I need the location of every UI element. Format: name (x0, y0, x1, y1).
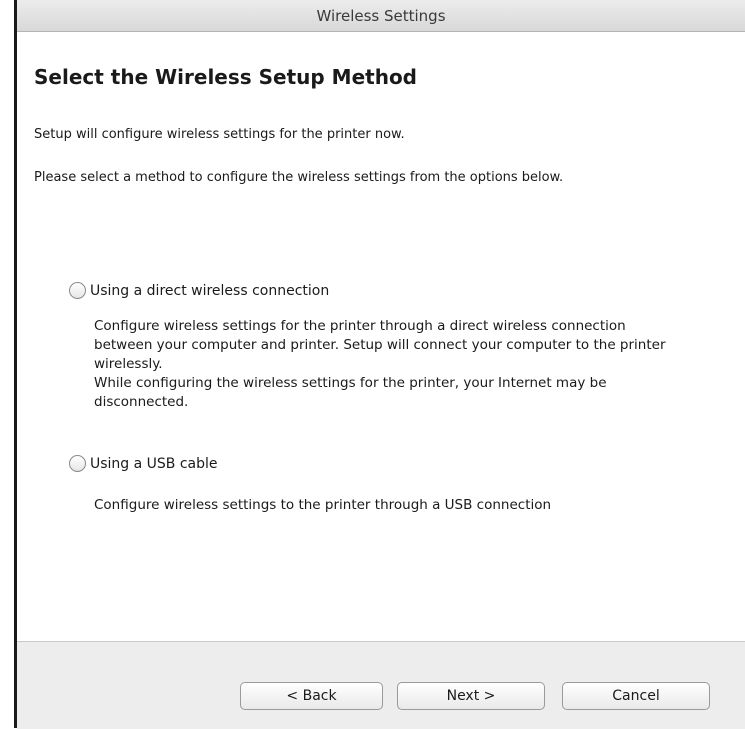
option-description-usb-cable: Configure wireless settings to the print… (94, 496, 734, 515)
window-title: Wireless Settings (316, 6, 446, 25)
button-bar: < Back Next > Cancel (17, 641, 745, 729)
description-line: Configure wireless settings for the prin… (94, 318, 626, 334)
next-button[interactable]: Next > (397, 682, 545, 710)
option-label-direct-wireless[interactable]: Using a direct wireless connection (90, 283, 329, 299)
title-bar: Wireless Settings (17, 0, 745, 32)
description-line: Configure wireless settings to the print… (94, 497, 552, 513)
intro-text: Setup will configure wireless settings f… (34, 127, 405, 142)
description-line: disconnected. (94, 394, 189, 410)
description-line: While configuring the wireless settings … (94, 375, 607, 391)
main-content: Select the Wireless Setup Method Setup w… (17, 32, 745, 641)
option-description-direct-wireless: Configure wireless settings for the prin… (94, 317, 734, 412)
option-usb-cable[interactable]: Using a USB cable (69, 455, 218, 472)
page-heading: Select the Wireless Setup Method (34, 65, 417, 89)
radio-button-usb-cable[interactable] (69, 455, 86, 472)
option-direct-wireless[interactable]: Using a direct wireless connection (69, 282, 329, 299)
cancel-button[interactable]: Cancel (562, 682, 710, 710)
description-line: wirelessly. (94, 356, 163, 372)
description-line: between your computer and printer. Setup… (94, 337, 666, 353)
option-label-usb-cable[interactable]: Using a USB cable (90, 456, 218, 472)
wireless-settings-window: Wireless Settings Select the Wireless Se… (14, 0, 745, 729)
instruction-text: Please select a method to configure the … (34, 170, 564, 185)
back-button[interactable]: < Back (240, 682, 383, 710)
radio-button-direct-wireless[interactable] (69, 282, 86, 299)
